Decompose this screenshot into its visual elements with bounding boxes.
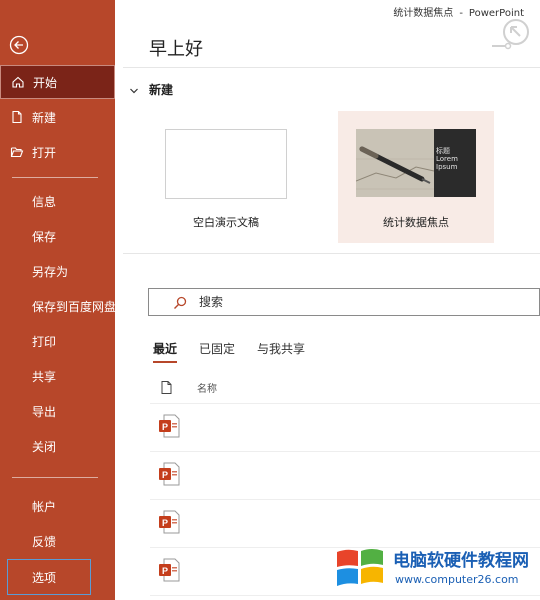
column-header-name[interactable]: 名称 [197,380,217,395]
svg-text:P: P [162,422,168,432]
sidebar-item-info[interactable]: 信息 [0,184,115,218]
site-watermark: 电脑软硬件教程网 www.computer26.com [335,540,535,595]
template-statistics-focus[interactable]: 标题 Lorem Ipsum 统计数据焦点 [338,111,494,243]
sidebar-item-print[interactable]: 打印 [0,324,115,358]
sidebar-item-label: 保存 [32,229,57,244]
sidebar-item-account[interactable]: 帐户 [0,489,115,523]
powerpoint-file-icon[interactable]: P [158,462,180,486]
table-row-divider [150,451,540,452]
file-tabs: 最近 已固定 与我共享 [153,340,327,363]
new-section-toggle[interactable]: 新建 [129,81,173,98]
sidebar-item-label: 选项 [32,570,57,585]
new-document-icon [10,110,24,124]
backstage-sidebar: 开始 新建 打开 信息 保存 另存为 保存到百度网盘 打印 共享 导出 关闭 帐… [0,0,117,600]
template-label: 统计数据焦点 [383,216,449,229]
template-thumbnail: 标题 Lorem Ipsum [356,129,476,197]
sidebar-item-new[interactable]: 新建 [0,100,115,134]
table-row-divider [150,499,540,500]
sidebar-item-label: 信息 [32,194,57,209]
powerpoint-file-icon[interactable]: P [158,414,180,438]
back-arrow-icon[interactable] [9,35,29,55]
svg-text:P: P [162,518,168,528]
sidebar-item-label: 关闭 [32,439,57,454]
powerpoint-file-icon[interactable]: P [158,558,180,582]
sidebar-item-label: 导出 [32,404,57,419]
new-section-title: 新建 [149,83,174,97]
table-row-divider [150,403,540,404]
sidebar-item-label: 打印 [32,334,57,349]
sidebar-item-label: 反馈 [32,534,57,549]
file-list-header: 名称 [161,380,217,395]
chevron-down-icon [129,85,139,95]
tab-pinned[interactable]: 已固定 [199,340,235,363]
home-icon [11,75,25,89]
section-divider [123,67,540,68]
search-box[interactable] [148,288,540,316]
sidebar-item-save-as[interactable]: 另存为 [0,254,115,288]
sidebar-item-label: 帐户 [32,499,57,514]
sidebar-item-open[interactable]: 打开 [0,135,115,169]
sidebar-item-options[interactable]: 选项 [7,559,91,595]
search-icon [173,295,187,309]
sidebar-divider [12,477,98,478]
title-separator: - [459,8,463,19]
file-type-icon [161,381,172,394]
sidebar-item-label: 打开 [32,145,57,160]
sidebar-item-label: 保存到百度网盘 [32,299,117,314]
powerpoint-file-icon[interactable]: P [158,510,180,534]
template-label: 空白演示文稿 [193,216,259,229]
template-blank-presentation[interactable] [165,129,287,199]
greeting-heading: 早上好 [149,39,203,60]
folder-open-icon [10,145,24,159]
sidebar-item-label: 共享 [32,369,57,384]
sidebar-item-home[interactable]: 开始 [0,65,115,99]
svg-text:P: P [162,566,168,576]
tab-shared-with-me[interactable]: 与我共享 [257,340,305,363]
sidebar-item-save-to-baidu[interactable]: 保存到百度网盘 [0,289,117,323]
sidebar-divider [12,177,98,178]
document-title: 统计数据焦点 [393,8,454,19]
windows-logo-icon [335,544,385,592]
search-input[interactable] [199,295,499,309]
sidebar-item-label: 另存为 [32,264,69,279]
section-divider [123,253,540,254]
sidebar-item-close[interactable]: 关闭 [0,429,115,463]
sidebar-item-share[interactable]: 共享 [0,359,115,393]
thumbnail-title-text: 标题 Lorem Ipsum [436,147,458,171]
sidebar-item-label: 新建 [32,110,57,125]
decorative-circuit-icon [492,12,532,52]
sidebar-item-save[interactable]: 保存 [0,219,115,253]
sidebar-item-label: 开始 [33,75,58,90]
sidebar-item-export[interactable]: 导出 [0,394,115,428]
table-row-divider [150,595,540,596]
watermark-title: 电脑软硬件教程网 [393,551,529,571]
sidebar-item-feedback[interactable]: 反馈 [0,524,115,558]
svg-text:P: P [162,470,168,480]
watermark-url[interactable]: www.computer26.com [395,573,519,586]
backstage-main: 统计数据焦点 - PowerPoint 早上好 新建 空白演示文稿 标题 Lorem… [115,0,540,600]
tab-recent[interactable]: 最近 [153,340,178,363]
